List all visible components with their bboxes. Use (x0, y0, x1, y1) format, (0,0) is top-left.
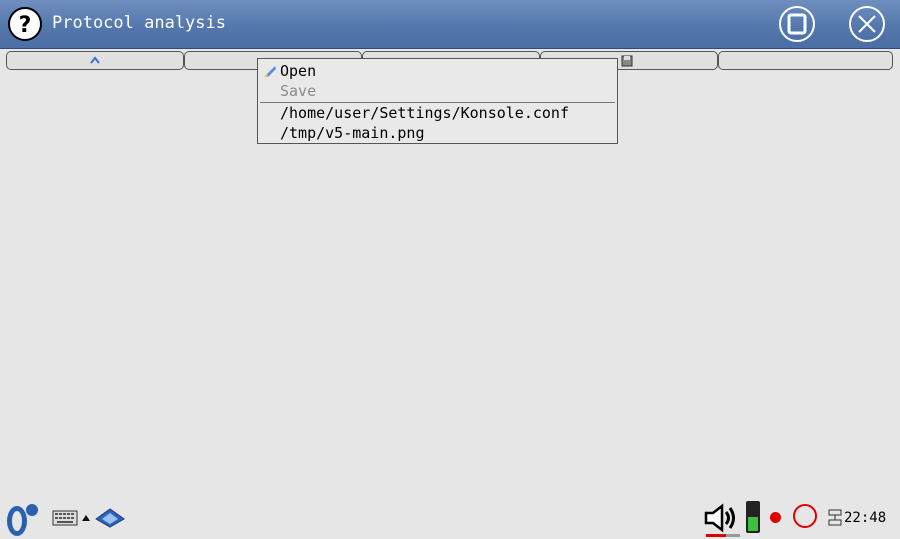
recent-file-label: /home/user/Settings/Konsole.conf (280, 104, 569, 122)
battery-level (748, 517, 758, 531)
clock[interactable]: 22:48 (844, 510, 886, 526)
network-icon[interactable] (828, 509, 842, 527)
close-icon[interactable] (848, 5, 886, 43)
menu-item-save-label: Save (280, 82, 317, 100)
taskbar: 22:48 (0, 497, 900, 539)
diamond-app-icon[interactable] (94, 507, 126, 529)
menu-item-recent-file[interactable]: /tmp/v5-main.png (258, 123, 617, 143)
record-dot-icon (770, 512, 781, 523)
keyboard-icon[interactable] (52, 510, 78, 526)
menu-item-recent-file[interactable]: /home/user/Settings/Konsole.conf (258, 103, 617, 123)
arrow-up-small-icon[interactable] (82, 514, 90, 522)
menu-item-open-label: Open (280, 62, 317, 80)
help-icon[interactable]: ? (7, 6, 43, 42)
title-bar: ? Protocol analysis (0, 0, 900, 49)
window-title: Protocol analysis (52, 13, 226, 33)
speaker-icon[interactable] (704, 503, 738, 533)
toolbar-button-5[interactable] (718, 51, 893, 70)
file-menu: Open Save /home/user/Settings/Konsole.co… (257, 58, 618, 144)
chevron-up-icon (90, 56, 100, 64)
circle-icon[interactable] (793, 504, 817, 528)
menu-item-open[interactable]: Open (258, 61, 617, 81)
volume-meter (706, 534, 740, 537)
battery-icon (746, 501, 760, 533)
start-menu-icon[interactable] (3, 501, 41, 537)
toolbar-button-up[interactable] (6, 51, 184, 70)
menu-item-save[interactable]: Save (258, 81, 617, 101)
volume-meter-rest (726, 534, 740, 537)
save-disk-icon (621, 55, 633, 67)
recent-file-label: /tmp/v5-main.png (280, 124, 425, 142)
open-icon (264, 66, 276, 77)
maximize-icon[interactable] (778, 5, 816, 43)
svg-text:?: ? (19, 13, 32, 38)
